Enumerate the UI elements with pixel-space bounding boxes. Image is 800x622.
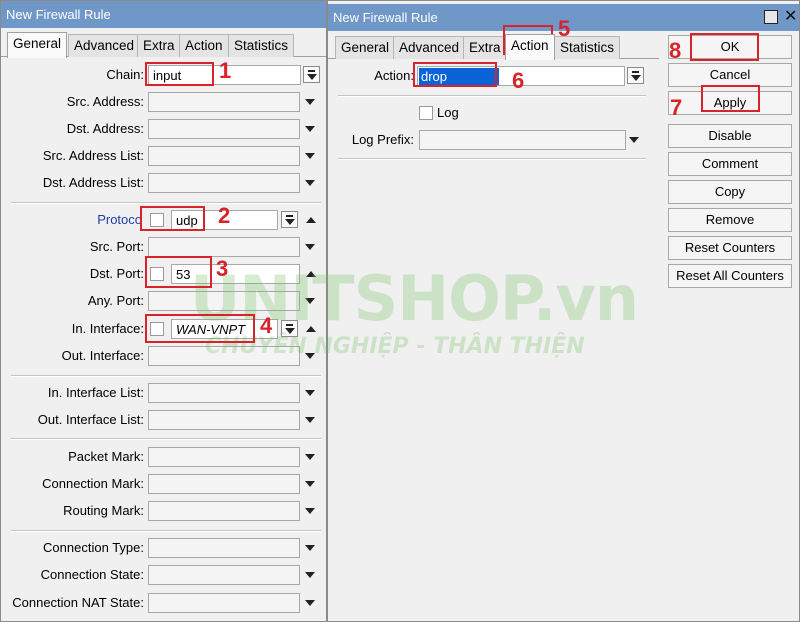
step-number-2: 2 (218, 203, 231, 228)
left-tab-extra[interactable]: Extra (137, 34, 181, 57)
in-interface-list-label: In. Interface List: (47, 385, 144, 400)
action-label: Action: (374, 68, 414, 83)
right-tab-extra[interactable]: Extra (463, 36, 507, 59)
log-prefix-field[interactable] (419, 130, 626, 150)
comment-button[interactable]: Comment (668, 152, 792, 176)
protocol-remove-icon[interactable] (306, 217, 316, 223)
right-tab-action[interactable]: Action (505, 34, 555, 60)
any-port-label: Any. Port: (87, 293, 144, 308)
src-address-field[interactable] (148, 92, 300, 112)
chain-label: Chain: (106, 67, 144, 82)
log-prefix-label: Log Prefix: (351, 132, 414, 147)
highlight-action-value (413, 62, 497, 87)
right-tab-general[interactable]: General (335, 36, 396, 59)
chain-dropdown-button[interactable] (303, 66, 320, 83)
step-number-7: 7 (670, 95, 683, 120)
left-tab-statistics[interactable]: Statistics (228, 34, 295, 57)
routing-mark-label: Routing Mark: (63, 503, 144, 518)
dst-address-dropdown-icon[interactable] (305, 126, 315, 132)
step-number-4: 4 (260, 313, 273, 338)
src-address-list-label: Src. Address List: (42, 148, 144, 163)
right-tab-advanced[interactable]: Advanced (393, 36, 466, 59)
dst-port-label: Dst. Port: (89, 266, 144, 281)
dst-address-label: Dst. Address: (66, 121, 144, 136)
right-tab-bar: General Advanced Extra Action Statistics (328, 33, 659, 60)
section-divider (11, 202, 321, 204)
disable-button[interactable]: Disable (668, 124, 792, 148)
action-dropdown-button[interactable] (627, 67, 644, 84)
connection-mark-dropdown-icon[interactable] (305, 481, 315, 487)
highlight-ok (690, 33, 759, 61)
left-tab-advanced[interactable]: Advanced (68, 34, 141, 57)
in-interface-label: In. Interface: (71, 321, 144, 336)
src-port-dropdown-icon[interactable] (305, 244, 315, 250)
src-port-field[interactable] (148, 237, 300, 257)
log-label: Log (437, 105, 459, 120)
in-interface-list-field[interactable] (148, 383, 300, 403)
left-tab-bar: General Advanced Extra Action Statistics (1, 31, 326, 58)
step-number-8: 8 (669, 38, 682, 63)
out-interface-list-dropdown-icon[interactable] (305, 417, 315, 423)
section-divider (338, 158, 646, 160)
connection-mark-field[interactable] (148, 474, 300, 494)
highlight-chain (145, 62, 214, 86)
connection-state-label: Connection State: (40, 567, 144, 582)
watermark-brand: UNITSHOP.vn (190, 262, 639, 335)
out-interface-label: Out. Interface: (61, 348, 144, 363)
routing-mark-dropdown-icon[interactable] (305, 508, 315, 514)
section-divider (338, 95, 646, 97)
in-interface-list-dropdown-icon[interactable] (305, 390, 315, 396)
src-address-label: Src. Address: (66, 94, 144, 109)
left-tab-general[interactable]: General (7, 32, 68, 58)
step-number-5: 5 (558, 16, 571, 41)
copy-button[interactable]: Copy (668, 180, 792, 204)
maximize-icon[interactable] (764, 10, 778, 24)
src-address-list-field[interactable] (148, 146, 300, 166)
connection-type-label: Connection Type: (43, 540, 144, 555)
left-window-title: New Firewall Rule (1, 1, 326, 28)
connection-nat-state-dropdown-icon[interactable] (305, 600, 315, 606)
close-icon[interactable]: ✕ (784, 7, 797, 25)
highlight-dst-port (145, 256, 212, 288)
remove-button[interactable]: Remove (668, 208, 792, 232)
step-number-6: 6 (512, 68, 525, 93)
log-checkbox[interactable] (419, 106, 433, 120)
dst-address-field[interactable] (148, 119, 300, 139)
connection-mark-label: Connection Mark: (42, 476, 144, 491)
connection-type-dropdown-icon[interactable] (305, 545, 315, 551)
connection-type-field[interactable] (148, 538, 300, 558)
reset-all-counters-button[interactable]: Reset All Counters (668, 264, 792, 288)
dst-address-list-field[interactable] (148, 173, 300, 193)
protocol-dropdown-button[interactable] (281, 211, 298, 228)
section-divider (11, 530, 321, 532)
connection-state-field[interactable] (148, 565, 300, 585)
log-prefix-dropdown-icon[interactable] (629, 137, 639, 143)
left-tab-action[interactable]: Action (179, 34, 229, 57)
packet-mark-label: Packet Mark: (68, 449, 144, 464)
highlight-in-interface (145, 314, 255, 343)
reset-counters-button[interactable]: Reset Counters (668, 236, 792, 260)
out-interface-list-label: Out. Interface List: (37, 412, 144, 427)
out-interface-list-field[interactable] (148, 410, 300, 430)
section-divider (11, 375, 321, 377)
connection-nat-state-field[interactable] (148, 593, 300, 613)
src-port-label: Src. Port: (89, 239, 144, 254)
routing-mark-field[interactable] (148, 501, 300, 521)
highlight-apply (701, 85, 760, 112)
src-address-list-dropdown-icon[interactable] (305, 153, 315, 159)
cancel-button[interactable]: Cancel (668, 63, 792, 87)
highlight-protocol (140, 206, 205, 231)
packet-mark-field[interactable] (148, 447, 300, 467)
protocol-label: Protoco (97, 212, 142, 227)
connection-state-dropdown-icon[interactable] (305, 572, 315, 578)
dst-address-list-label: Dst. Address List: (42, 175, 144, 190)
connection-nat-state-label: Connection NAT State: (12, 595, 144, 610)
step-number-1: 1 (219, 58, 232, 83)
src-address-dropdown-icon[interactable] (305, 99, 315, 105)
section-divider (11, 438, 321, 440)
dst-address-list-dropdown-icon[interactable] (305, 180, 315, 186)
packet-mark-dropdown-icon[interactable] (305, 454, 315, 460)
step-number-3: 3 (216, 256, 229, 281)
